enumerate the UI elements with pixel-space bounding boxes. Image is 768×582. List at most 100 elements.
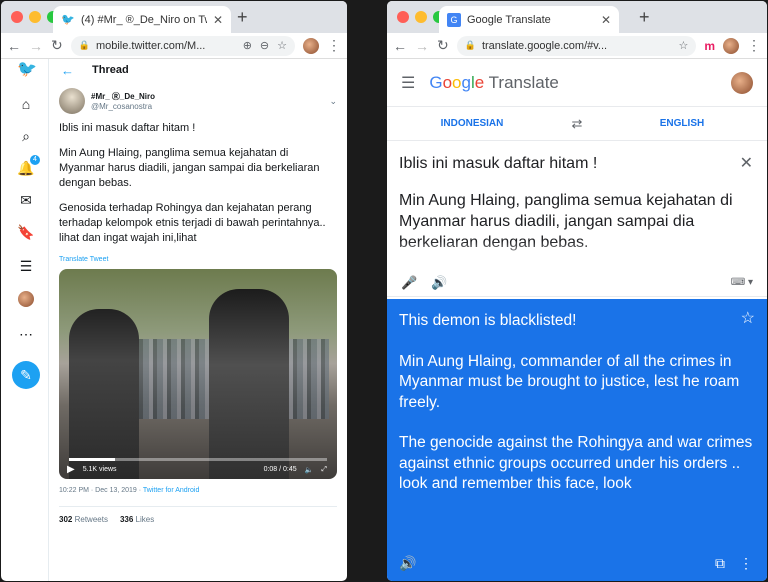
- translation-line: look and remember this face, look: [399, 475, 632, 492]
- translate-tweet-link[interactable]: Translate Tweet: [59, 256, 337, 263]
- translation-line: Min Aung Hlaing, commander of all the cr…: [399, 352, 740, 411]
- retweets-stat[interactable]: 302 Retweets: [59, 515, 108, 524]
- google-translate-icon: G: [447, 12, 461, 27]
- minimize-window-button[interactable]: [415, 11, 427, 23]
- more-menu-icon[interactable]: ⋮: [747, 37, 761, 54]
- browser-toolbar: ← → ↻ 🔒 mobile.twitter.com/M... ⊕ ⊖ ☆ ⋮: [1, 33, 347, 59]
- language-bar: INDONESIAN ⇄ ENGLISH: [387, 107, 767, 141]
- browser-tab-translate[interactable]: G Google Translate ✕: [439, 6, 619, 33]
- target-language-button[interactable]: ENGLISH: [597, 118, 767, 129]
- close-window-button[interactable]: [11, 11, 23, 23]
- back-arrow-icon[interactable]: ←: [61, 63, 74, 78]
- forward-arrow-icon[interactable]: →: [29, 38, 43, 54]
- back-arrow-icon[interactable]: ←: [7, 38, 21, 54]
- bookmark-star-icon[interactable]: ☆: [277, 39, 287, 52]
- likes-stat[interactable]: 336 Likes: [120, 515, 154, 524]
- window-controls: [397, 11, 445, 23]
- save-translation-star-icon[interactable]: ☆: [741, 309, 755, 330]
- compose-tweet-button[interactable]: ✎: [12, 361, 40, 389]
- twitter-logo-icon[interactable]: 🐦: [17, 61, 37, 79]
- keyboard-icon[interactable]: ⌨ ▾: [731, 277, 753, 288]
- lists-icon[interactable]: ☰: [17, 257, 35, 275]
- more-options-icon[interactable]: ⋮: [739, 553, 753, 574]
- profile-avatar[interactable]: [303, 37, 319, 54]
- tweet-line: Genosida terhadap Rohingya dan kejahatan…: [59, 202, 326, 229]
- video-progress-fill: [69, 458, 116, 461]
- thread-title: Thread: [92, 64, 129, 76]
- profile-avatar[interactable]: [723, 37, 739, 54]
- reload-icon[interactable]: ↻: [51, 37, 63, 54]
- tweet: #Mr_ Ⓡ_De_Niro @Mr_cosanostra ⌄ Iblis in…: [49, 85, 347, 524]
- source-line: Iblis ini masuk daftar hitam !: [399, 155, 598, 172]
- chevron-down-icon[interactable]: ⌄: [329, 96, 337, 107]
- tweet-author[interactable]: #Mr_ Ⓡ_De_Niro @Mr_cosanostra ⌄: [59, 85, 337, 117]
- copy-icon[interactable]: ⧉: [715, 553, 725, 574]
- address-bar[interactable]: 🔒 translate.google.com/#v... ☆: [456, 35, 697, 56]
- tweet-line: Iblis ini masuk daftar hitam !: [59, 122, 196, 134]
- reload-icon[interactable]: ↻: [437, 37, 449, 54]
- explore-search-icon[interactable]: ⌕: [17, 127, 35, 145]
- source-tools: 🎤 🔊 ⌨ ▾: [387, 269, 767, 297]
- tweet-meta: 10:22 PM · Dec 13, 2019 · Twitter for An…: [59, 487, 337, 494]
- extension-m-icon[interactable]: m: [704, 39, 715, 53]
- translate-browser-window: G Google Translate ✕ + ← → ↻ 🔒 translate…: [386, 0, 768, 582]
- add-icon[interactable]: ⊕: [243, 39, 252, 52]
- url-text: mobile.twitter.com/M...: [95, 39, 206, 52]
- speaker-icon[interactable]: 🔊: [399, 553, 416, 574]
- browser-tab-twitter[interactable]: 🐦 (4) #Mr_ ®_De_Niro on Twitter: "Ib ✕: [53, 6, 231, 33]
- lock-icon: 🔒: [464, 40, 476, 50]
- source-language-button[interactable]: INDONESIAN: [387, 118, 557, 129]
- likes-count: 336: [119, 515, 134, 524]
- video-frame-figure: [209, 289, 289, 479]
- zoom-icon[interactable]: ⊖: [260, 39, 269, 52]
- bookmarks-icon[interactable]: 🔖: [17, 223, 35, 241]
- app-name: Translate: [488, 72, 559, 92]
- author-avatar[interactable]: [59, 88, 85, 114]
- tweet-text: Iblis ini masuk daftar hitam ! Min Aung …: [59, 121, 337, 246]
- url-text: translate.google.com/#v...: [481, 39, 608, 52]
- translation-tools: 🔊 ⧉ ⋮: [399, 553, 753, 574]
- home-icon[interactable]: ⌂: [17, 95, 35, 113]
- account-avatar[interactable]: [731, 71, 753, 94]
- speaker-icon[interactable]: 🔊: [431, 275, 447, 291]
- notification-badge: 4: [30, 155, 40, 165]
- minimize-window-button[interactable]: [29, 11, 41, 23]
- tab-title: (4) #Mr_ ®_De_Niro on Twitter: "Ib: [81, 13, 207, 26]
- source-text-area[interactable]: Iblis ini masuk daftar hitam ! Min Aung …: [387, 141, 767, 269]
- translation-output: ☆ This demon is blacklisted! Min Aung Hl…: [387, 299, 767, 581]
- close-tab-icon[interactable]: ✕: [213, 13, 223, 27]
- browser-toolbar: ← → ↻ 🔒 translate.google.com/#v... ☆ m ⋮: [387, 33, 767, 59]
- volume-icon[interactable]: 🔈: [305, 466, 314, 474]
- back-arrow-icon[interactable]: ←: [393, 38, 407, 54]
- google-translate-logo[interactable]: Google Translate: [429, 73, 559, 93]
- new-tab-button[interactable]: +: [639, 7, 650, 28]
- video-controls: ▶ 5.1K views 0:08 / 0:45 🔈 ⤢: [67, 464, 327, 475]
- author-handle: @Mr_cosanostra: [91, 102, 153, 111]
- forward-arrow-icon[interactable]: →: [415, 38, 429, 54]
- notifications-bell-icon[interactable]: 🔔 4: [17, 155, 40, 177]
- more-menu-icon[interactable]: ⋮: [327, 37, 341, 54]
- likes-label: Likes: [135, 515, 155, 524]
- swap-languages-icon[interactable]: ⇄: [557, 116, 597, 132]
- messages-envelope-icon[interactable]: ✉: [17, 191, 35, 209]
- clear-text-icon[interactable]: ✕: [740, 153, 753, 174]
- tweet-video[interactable]: ▶ 5.1K views 0:08 / 0:45 🔈 ⤢: [59, 269, 337, 479]
- fullscreen-icon[interactable]: ⤢: [321, 466, 327, 474]
- video-progress-bar[interactable]: [69, 458, 327, 461]
- video-views: 5.1K views: [82, 466, 117, 473]
- address-bar[interactable]: 🔒 mobile.twitter.com/M... ⊕ ⊖ ☆: [70, 35, 295, 56]
- bookmark-star-icon[interactable]: ☆: [678, 39, 688, 52]
- close-window-button[interactable]: [397, 11, 409, 23]
- tweet-line: Min Aung Hlaing, panglima semua kejahata…: [59, 147, 320, 189]
- tab-title: Google Translate: [467, 13, 551, 26]
- play-icon[interactable]: ▶: [67, 464, 75, 475]
- close-tab-icon[interactable]: ✕: [601, 13, 611, 27]
- microphone-icon[interactable]: 🎤: [401, 275, 417, 291]
- twitter-nav-rail: 🐦 ⌂ ⌕ 🔔 4 ✉ 🔖 ☰ ⋯ ✎: [1, 59, 49, 581]
- new-tab-button[interactable]: +: [237, 7, 248, 28]
- hamburger-menu-icon[interactable]: ☰: [401, 73, 415, 93]
- profile-icon[interactable]: [18, 291, 34, 307]
- google-translate-page: ☰ Google Translate INDONESIAN ⇄ ENGLISH …: [387, 59, 767, 581]
- more-options-icon[interactable]: ⋯: [17, 325, 35, 343]
- tweet-source-link[interactable]: Twitter for Android: [143, 487, 199, 494]
